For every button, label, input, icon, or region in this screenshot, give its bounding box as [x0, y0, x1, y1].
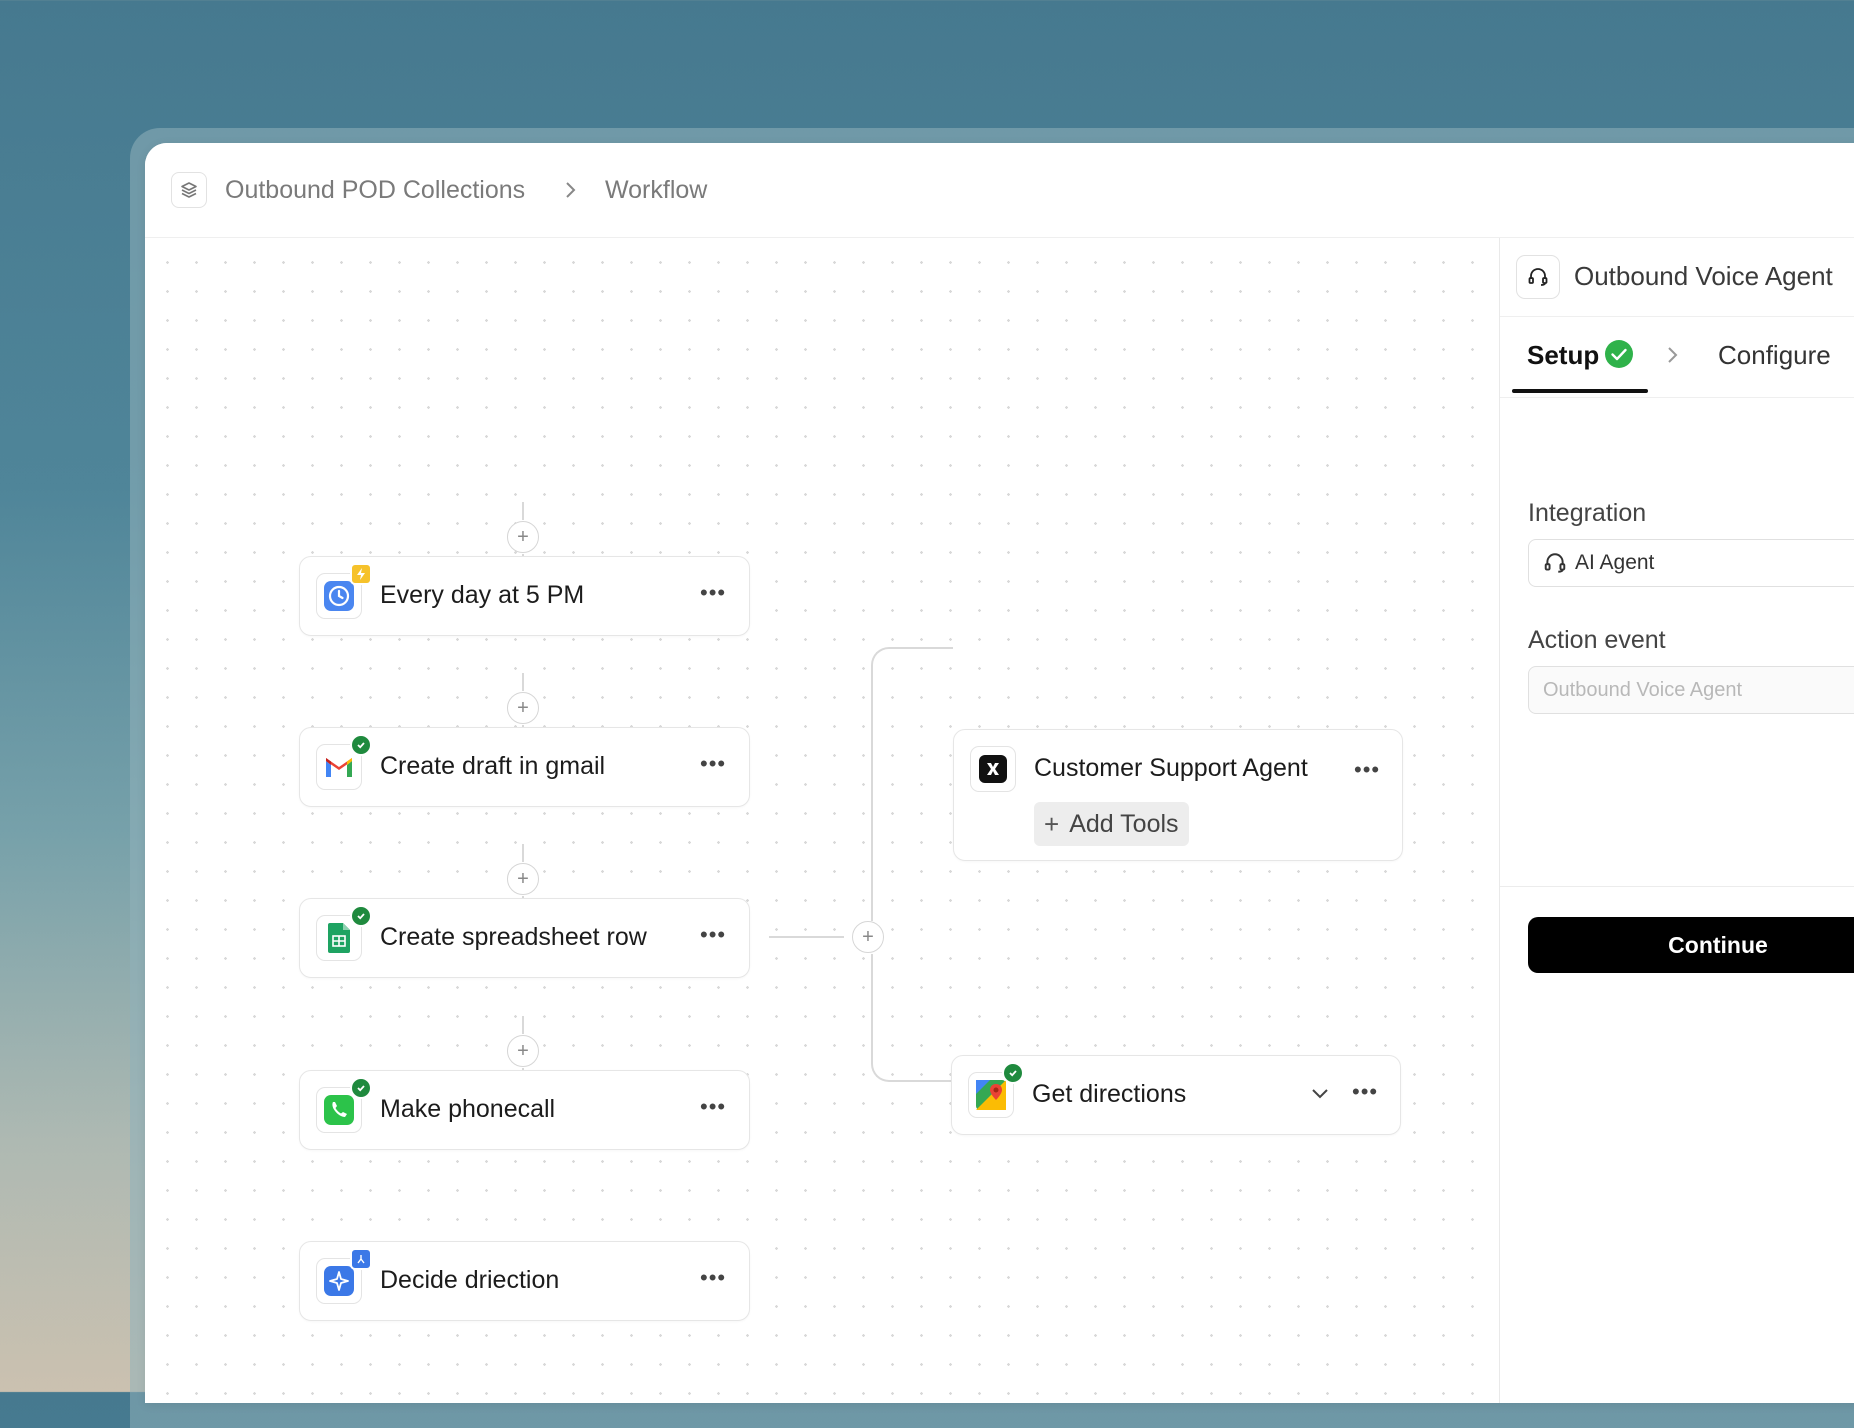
workflow-step-sheets[interactable]: Create spreadsheet row ••• — [299, 898, 750, 978]
connector-line — [522, 1016, 524, 1034]
panel-divider — [1500, 886, 1854, 887]
workflow-step-trigger[interactable]: Every day at 5 PM ••• — [299, 556, 750, 636]
lightning-icon — [350, 563, 372, 585]
check-badge-icon — [1002, 1062, 1024, 1084]
tab-setup[interactable]: Setup — [1527, 337, 1599, 373]
workflow-step-decide[interactable]: Decide driection ••• — [299, 1241, 750, 1321]
breadcrumb: Outbound POD Collections Workflow — [145, 143, 1854, 238]
breadcrumb-project[interactable]: Outbound POD Collections — [225, 173, 525, 207]
connector-line — [522, 844, 524, 862]
branch-connector-bottom — [871, 954, 951, 1082]
action-event-field[interactable]: Outbound Voice Agent — [1528, 666, 1854, 714]
integration-value: AI Agent — [1575, 551, 1655, 574]
panel-title[interactable]: Outbound Voice Agent — [1574, 258, 1833, 294]
branch-badge-icon — [350, 1248, 372, 1270]
breadcrumb-page[interactable]: Workflow — [605, 173, 707, 207]
more-options-icon[interactable]: ••• — [700, 1096, 726, 1118]
branch-label: Get directions — [1032, 1080, 1187, 1108]
connector-line — [522, 673, 524, 691]
more-options-icon[interactable]: ••• — [700, 1267, 726, 1289]
step-label: Decide driection — [380, 1266, 560, 1294]
step-config-panel: Outbound Voice Agent Setup Configure Int… — [1499, 238, 1854, 1403]
continue-label: Continue — [1668, 931, 1768, 958]
workflow-step-phonecall[interactable]: Make phonecall ••• — [299, 1070, 750, 1150]
branch-connector-top — [871, 647, 953, 921]
add-branch-button[interactable]: + — [852, 921, 884, 953]
agent-logo-icon — [970, 746, 1016, 792]
more-options-icon[interactable]: ••• — [700, 924, 726, 946]
add-tools-button[interactable]: + Add Tools — [1034, 802, 1189, 846]
step-label: Every day at 5 PM — [380, 581, 585, 609]
connector-line — [522, 502, 524, 520]
check-badge-icon — [350, 905, 372, 927]
continue-button[interactable]: Continue — [1528, 917, 1854, 973]
branch-node-support-agent[interactable]: Customer Support Agent ••• + Add Tools — [953, 729, 1403, 861]
app-window: Outbound POD Collections Workflow + + + … — [145, 143, 1854, 1403]
layers-icon[interactable] — [171, 172, 207, 208]
panel-header: Outbound Voice Agent — [1500, 238, 1854, 317]
add-step-button[interactable]: + — [507, 521, 539, 553]
headset-icon — [1543, 551, 1567, 575]
integration-label: Integration — [1528, 499, 1647, 527]
more-options-icon[interactable]: ••• — [1352, 1081, 1378, 1103]
more-options-icon[interactable]: ••• — [700, 753, 726, 775]
step-label: Create spreadsheet row — [380, 923, 647, 951]
branch-node-get-directions[interactable]: Get directions ••• — [951, 1055, 1401, 1135]
add-tools-label: Add Tools — [1069, 809, 1179, 838]
panel-tabs: Setup Configure — [1500, 317, 1854, 398]
workflow-step-gmail[interactable]: Create draft in gmail ••• — [299, 727, 750, 807]
action-event-label: Action event — [1528, 626, 1666, 654]
more-options-icon[interactable]: ••• — [700, 582, 726, 604]
add-step-button[interactable]: + — [507, 863, 539, 895]
step-label: Create draft in gmail — [380, 752, 606, 780]
branch-label: Customer Support Agent — [1034, 754, 1308, 782]
tab-configure[interactable]: Configure — [1718, 337, 1831, 373]
chevron-down-icon[interactable] — [1310, 1086, 1330, 1105]
tab-active-indicator — [1512, 389, 1648, 393]
add-step-button[interactable]: + — [507, 692, 539, 724]
check-badge-icon — [350, 734, 372, 756]
headset-icon — [1516, 255, 1560, 299]
step-label: Make phonecall — [380, 1095, 556, 1123]
more-options-icon[interactable]: ••• — [1354, 759, 1380, 781]
integration-select[interactable]: AI Agent — [1528, 539, 1854, 587]
tab-setup-label: Setup — [1527, 340, 1600, 370]
add-step-button[interactable]: + — [507, 1035, 539, 1067]
check-circle-icon — [1604, 339, 1634, 374]
workflow-canvas[interactable]: + + + + + Every day at 5 PM ••• Create d… — [145, 238, 1498, 1403]
plus-icon: + — [1044, 808, 1060, 839]
chevron-right-icon — [563, 175, 579, 214]
branch-connector — [769, 936, 844, 938]
action-event-placeholder: Outbound Voice Agent — [1543, 678, 1743, 701]
chevron-right-icon — [1666, 343, 1680, 372]
check-badge-icon — [350, 1077, 372, 1099]
